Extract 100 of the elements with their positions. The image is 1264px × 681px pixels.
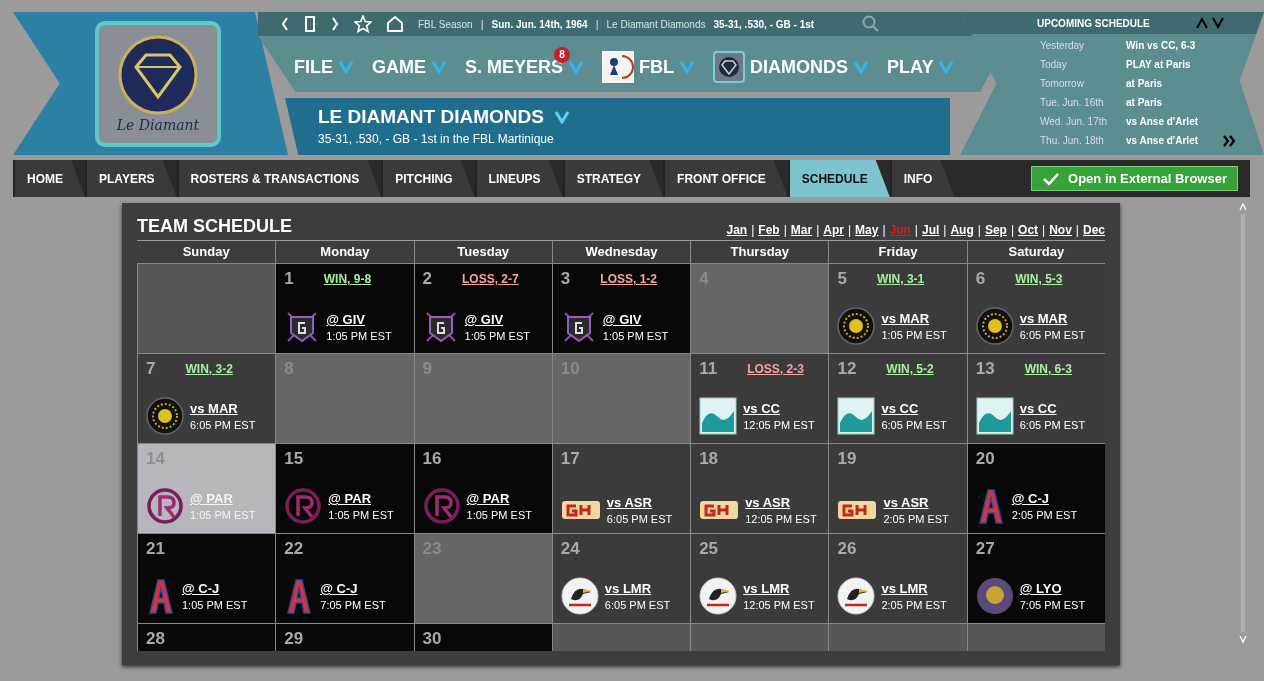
month-link[interactable]: Jul [922,223,940,237]
opponent-link[interactable]: vs MAR [1019,311,1086,326]
opponent-link[interactable]: @ C-J [1011,491,1078,506]
day-cell[interactable]: 5 WIN, 3-1 vs MAR 1:05 PM EST [828,263,967,353]
game-result-link[interactable]: WIN, 9-8 [323,272,372,286]
menu-item[interactable]: DIAMONDS [709,41,874,87]
schedule-date: Tue. Jun. 16th [1040,97,1105,108]
menu-item[interactable]: FBL [598,41,700,87]
opponent-link[interactable]: @ PAR [328,491,394,506]
day-cell[interactable]: 21 @ C-J 1:05 PM EST [137,533,276,623]
opponent-link[interactable]: vs LMR [881,581,947,596]
month-link[interactable]: Dec [1083,223,1105,237]
opponent-link[interactable]: vs CC [743,401,815,416]
opponent-link[interactable]: @ GIV [602,312,669,327]
day-cell[interactable]: 30 [413,623,552,651]
nav-tab[interactable]: SCHEDULE [787,160,890,197]
opponent-link[interactable]: @ C-J [320,581,386,596]
separator: | [783,223,787,237]
opponent-link[interactable]: vs LMR [743,581,815,596]
game-result-link[interactable]: WIN, 5-3 [1015,272,1063,286]
day-cell[interactable]: 11 LOSS, 2-3 vs CC 12:05 PM EST [690,353,829,443]
nav-tab[interactable]: PLAYERS [85,160,177,197]
back-icon[interactable] [280,16,290,32]
opponent-link[interactable]: vs ASR [606,495,673,510]
day-cell[interactable]: 1 WIN, 9-8 @ GIV 1:05 PM EST [275,263,414,353]
chevron-up-icon[interactable] [1196,17,1208,29]
star-icon[interactable] [354,15,372,33]
opponent-link[interactable]: @ LYO [1019,581,1086,596]
day-cell[interactable] [137,263,276,353]
page-icon[interactable] [304,16,316,32]
month-link[interactable]: May [855,223,879,237]
separator: | [1075,223,1079,237]
day-cell[interactable]: 3 LOSS, 1-2 @ GIV 1:05 PM EST [551,263,691,353]
month-link[interactable]: Feb [758,223,780,237]
day-cell[interactable]: 19 vs ASR 2:05 PM EST [828,443,967,533]
month-link[interactable]: Jan [726,223,748,237]
day-cell[interactable]: 26 vs LMR 2:05 PM EST [828,533,967,623]
day-cell[interactable]: 15 @ PAR 1:05 PM EST [275,443,414,533]
opponent-link[interactable]: @ C-J [182,581,248,596]
opponent-link[interactable]: vs LMR [604,581,671,596]
opponent-link[interactable]: vs CC [881,401,947,416]
nav-tab[interactable]: FRONT OFFICE [663,160,788,197]
game-time: 1:05 PM EST [328,509,394,521]
nav-tab[interactable]: HOME [13,160,85,197]
game-result-link[interactable]: WIN, 3-2 [185,362,233,376]
letter-r-logo-icon [146,487,184,525]
opponent-link[interactable]: vs ASR [745,495,817,510]
opponent-link[interactable]: vs MAR [190,401,256,416]
double-chevron-right-icon[interactable] [1222,135,1236,147]
home-icon[interactable] [386,15,404,33]
month-link[interactable]: Oct [1018,223,1039,237]
game-result-link[interactable]: LOSS, 2-3 [747,362,804,376]
day-cell[interactable]: 7 WIN, 3-2 vs MAR 6:05 PM EST [137,353,276,443]
menu-item[interactable]: FILE [290,46,358,82]
month-link[interactable]: Nov [1049,223,1072,237]
day-cell[interactable]: 17 vs ASR 6:05 PM EST [551,443,691,533]
day-cell[interactable]: 20 @ C-J 2:05 PM EST [966,443,1105,533]
game-time: 6:05 PM EST [190,419,256,431]
day-cell[interactable]: 16 @ PAR 1:05 PM EST [413,443,552,533]
day-cell[interactable]: 25 vs LMR 12:05 PM EST [690,533,829,623]
opponent-link[interactable]: @ GIV [464,312,530,327]
day-cell[interactable]: 18 vs ASR 12:05 PM EST [690,443,829,533]
month-link[interactable]: Sep [984,223,1007,237]
menu-item[interactable]: PLAY [883,46,959,82]
day-cell[interactable]: 28 [137,623,276,651]
month-link[interactable]: Aug [950,223,974,237]
opponent-link[interactable]: vs MAR [881,311,947,326]
nav-tab[interactable]: ROSTERS & TRANSACTIONS [176,160,382,197]
letters-logo-icon [837,498,878,522]
month-link[interactable]: Apr [823,223,844,237]
menu-item[interactable]: GAME [368,46,451,82]
day-cell[interactable]: 29 [275,623,414,651]
game-result-link[interactable]: LOSS, 2-7 [462,272,519,286]
month-link[interactable]: Mar [790,223,813,237]
day-cell[interactable]: 2 LOSS, 2-7 @ GIV 1:05 PM EST [413,263,552,353]
opponent-link[interactable]: vs CC [1019,401,1086,416]
nav-tab[interactable]: INFO [889,160,955,197]
day-cell[interactable]: 27 @ LYO 7:05 PM EST [966,533,1105,623]
day-cell[interactable]: 12 WIN, 5-2 vs CC 6:05 PM EST [828,353,967,443]
separator: | [882,223,886,237]
search-icon[interactable] [862,15,881,33]
chevron-down-icon[interactable] [1212,17,1224,29]
game-result-link[interactable]: WIN, 6-3 [1024,362,1072,376]
team-name[interactable]: LE DIAMANT DIAMONDS [318,106,544,128]
separator: | [595,18,599,30]
day-cell[interactable]: 13 WIN, 6-3 vs CC 6:05 PM EST [966,353,1105,443]
nav-tab[interactable]: STRATEGY [562,160,664,197]
opponent-link[interactable]: @ GIV [326,312,392,327]
opponent-link[interactable]: @ PAR [466,491,532,506]
day-cell[interactable]: 22 @ C-J 7:05 PM EST [275,533,414,623]
nav-tab[interactable]: LINEUPS [474,160,563,197]
game-time: 2:05 PM EST [881,599,947,611]
day-cell[interactable]: 24 vs LMR 6:05 PM EST [551,533,691,623]
game-result-link[interactable]: WIN, 3-1 [876,272,925,286]
opponent-link[interactable]: vs ASR [883,495,949,510]
game-result-link[interactable]: WIN, 5-2 [886,362,934,376]
game-result-link[interactable]: LOSS, 1-2 [600,272,657,286]
day-cell[interactable]: 6 WIN, 5-3 vs MAR 6:05 PM EST [966,263,1105,353]
nav-tab[interactable]: PITCHING [381,160,475,197]
forward-icon[interactable] [330,16,340,32]
